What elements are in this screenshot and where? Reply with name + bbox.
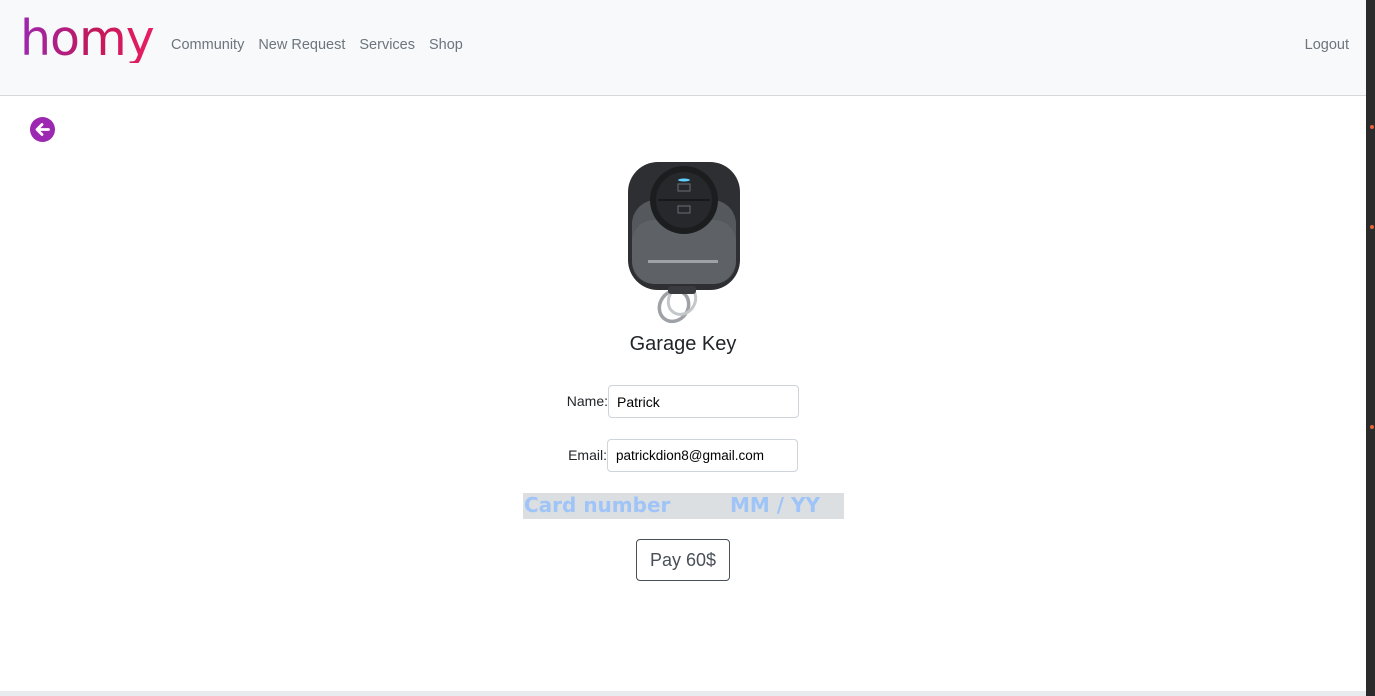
edge-marker <box>1370 425 1374 429</box>
name-field[interactable] <box>608 385 799 418</box>
bottom-scrollbar <box>0 691 1366 696</box>
name-label: Name: <box>566 393 608 409</box>
nav-link-shop[interactable]: Shop <box>429 37 463 53</box>
logout-link[interactable]: Logout <box>1305 37 1349 53</box>
email-field[interactable] <box>607 439 798 472</box>
card-input[interactable]: Card number MM / YY <box>523 493 844 519</box>
brand-logo[interactable]: homy <box>20 14 155 63</box>
card-number-placeholder: Card number <box>524 493 671 517</box>
product-title: Garage Key <box>629 333 737 355</box>
garage-key-fob-image <box>628 162 740 324</box>
nav-links: Community New Request Services Shop <box>171 37 463 53</box>
edge-marker <box>1370 225 1374 229</box>
edge-marker <box>1370 125 1374 129</box>
product-image <box>622 160 746 326</box>
top-navbar: homy Community New Request Services Shop… <box>0 0 1366 96</box>
nav-link-services[interactable]: Services <box>359 37 415 53</box>
pay-button[interactable]: Pay 60$ <box>636 539 730 581</box>
back-button[interactable] <box>30 117 55 142</box>
nav-link-community[interactable]: Community <box>171 37 244 53</box>
window-edge <box>1366 0 1375 696</box>
card-expiry-placeholder: MM / YY <box>730 493 820 517</box>
email-label: Email: <box>568 447 607 463</box>
arrow-left-circle-icon <box>30 117 55 142</box>
nav-link-new-request[interactable]: New Request <box>258 37 345 53</box>
